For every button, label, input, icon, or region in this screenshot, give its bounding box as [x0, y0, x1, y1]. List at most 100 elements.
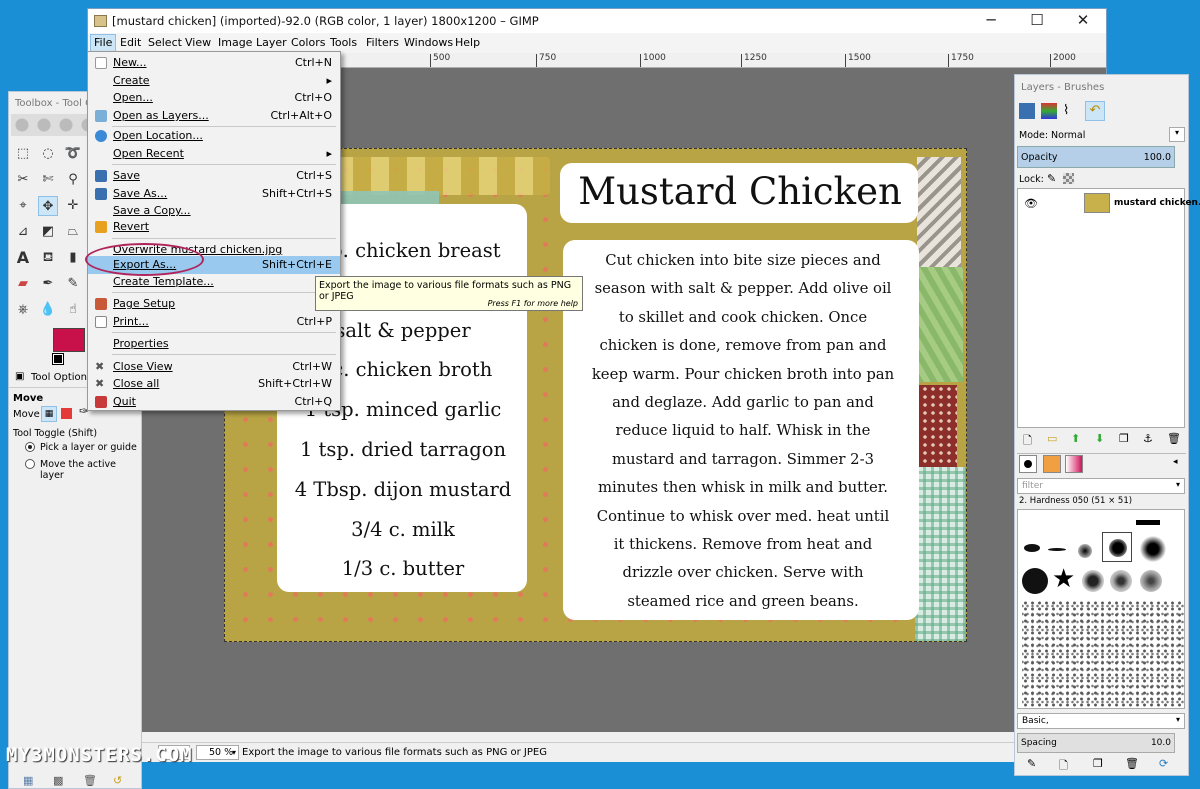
- menu-colors[interactable]: Colors: [291, 36, 325, 49]
- save-options-icon[interactable]: ▦: [23, 774, 33, 787]
- menu-item-save-as[interactable]: Save As... Shift+Ctrl+S: [88, 185, 340, 203]
- mode-value[interactable]: Normal: [1051, 130, 1085, 141]
- brush-item[interactable]: [1082, 570, 1104, 592]
- zoom-selector[interactable]: 50 % ▾: [196, 745, 239, 760]
- lock-pixels-icon[interactable]: ✎: [1047, 172, 1056, 185]
- close-button[interactable]: ✕: [1060, 9, 1106, 33]
- menu-item-page-setup[interactable]: Page Setup: [88, 295, 340, 313]
- foreground-color-swatch[interactable]: [53, 328, 85, 352]
- restore-options-icon[interactable]: ▩: [53, 774, 63, 787]
- delete-brush-icon[interactable]: 🗑: [1125, 757, 1139, 770]
- menu-image[interactable]: Image: [218, 36, 252, 49]
- text-tool-icon[interactable]: A: [13, 248, 33, 268]
- layer-name[interactable]: mustard chicken.jpg: [1114, 198, 1200, 208]
- menu-item-open[interactable]: Open... Ctrl+O: [88, 89, 340, 107]
- menu-item-new[interactable]: New... Ctrl+N: [88, 54, 340, 72]
- menu-file[interactable]: File: [90, 34, 117, 52]
- wilber-drop-area[interactable]: [11, 114, 89, 136]
- bucket-fill-icon[interactable]: ⛾: [38, 248, 58, 268]
- layers-list[interactable]: 👁 mustard chicken.jpg: [1017, 188, 1200, 428]
- brush-star[interactable]: ★: [1052, 566, 1075, 592]
- brush-filter-input[interactable]: filter ▾: [1017, 478, 1185, 494]
- menu-filters[interactable]: Filters: [366, 36, 399, 49]
- duplicate-layer-icon[interactable]: ❐: [1119, 432, 1129, 445]
- brush-item[interactable]: [1136, 520, 1160, 525]
- layers-tab-icon[interactable]: [1019, 103, 1035, 119]
- patterns-tab-icon[interactable]: [1043, 455, 1061, 473]
- menu-item-save[interactable]: Save Ctrl+S: [88, 167, 340, 185]
- eye-icon[interactable]: 👁: [1024, 197, 1038, 210]
- scissors-select-icon[interactable]: ✄: [38, 170, 58, 190]
- brush-item-selected[interactable]: [1102, 532, 1132, 562]
- new-layer-icon[interactable]: 🗋: [1023, 432, 1032, 451]
- opacity-slider[interactable]: Opacity 100.0: [1017, 146, 1175, 168]
- brush-item[interactable]: [1140, 536, 1166, 562]
- transform-icon[interactable]: ◩: [38, 222, 58, 242]
- smudge-icon[interactable]: ☝: [63, 300, 83, 320]
- brush-item[interactable]: [1048, 548, 1066, 551]
- move-layer-icon[interactable]: ▦: [41, 406, 57, 422]
- ink-icon[interactable]: ✎: [63, 274, 83, 294]
- free-select-icon[interactable]: ➰: [63, 144, 83, 164]
- brush-textures[interactable]: [1022, 600, 1184, 708]
- perspective-icon[interactable]: ⏢: [63, 222, 83, 242]
- brush-item[interactable]: [1078, 544, 1092, 558]
- tab-menu-icon[interactable]: ◂: [1173, 457, 1178, 467]
- menu-item-create[interactable]: Create ▸: [88, 72, 340, 90]
- duplicate-brush-icon[interactable]: ❐: [1093, 757, 1103, 770]
- align-icon[interactable]: ✛: [63, 196, 83, 216]
- foreground-select-icon[interactable]: ⚲: [63, 170, 83, 190]
- menu-item-revert[interactable]: Revert: [88, 218, 340, 236]
- blur-icon[interactable]: 💧: [38, 300, 58, 320]
- gradient-icon[interactable]: ▮: [63, 248, 83, 268]
- minimize-button[interactable]: ─: [968, 9, 1014, 33]
- brush-item[interactable]: [1110, 570, 1132, 592]
- lower-layer-icon[interactable]: ⬇: [1095, 432, 1104, 445]
- refresh-brushes-icon[interactable]: ⟳: [1159, 757, 1168, 770]
- menu-help[interactable]: Help: [455, 36, 480, 49]
- menu-item-open-as-layers[interactable]: Open as Layers... Ctrl+Alt+O: [88, 107, 340, 125]
- clone-icon[interactable]: ⎈: [13, 300, 33, 320]
- mode-dropdown[interactable]: ▾: [1169, 127, 1185, 142]
- menu-tools[interactable]: Tools: [330, 36, 357, 49]
- brushes-tab-icon[interactable]: [1019, 455, 1037, 473]
- channels-tab-icon[interactable]: [1041, 103, 1057, 119]
- eraser-icon[interactable]: ▰: [13, 274, 33, 294]
- edit-brush-icon[interactable]: ✎: [1027, 757, 1036, 770]
- delete-options-icon[interactable]: 🗑: [83, 774, 97, 787]
- menu-item-quit[interactable]: Quit Ctrl+Q: [88, 393, 340, 411]
- crop-icon[interactable]: ⊿: [13, 222, 33, 242]
- radio-pick-layer[interactable]: [25, 442, 35, 452]
- radio-move-active[interactable]: [25, 459, 35, 469]
- menu-item-close-view[interactable]: ✖ Close View Ctrl+W: [88, 358, 340, 376]
- menu-item-open-recent[interactable]: Open Recent ▸: [88, 145, 340, 163]
- fuzzy-select-icon[interactable]: ✂: [13, 170, 33, 190]
- move-tool-icon[interactable]: ✥: [38, 196, 58, 216]
- menu-windows[interactable]: Windows: [404, 36, 453, 49]
- paths-icon[interactable]: ⌖: [13, 196, 33, 216]
- new-brush-icon[interactable]: 🗋: [1059, 757, 1068, 776]
- gradients-tab-icon[interactable]: [1065, 455, 1083, 473]
- menu-layer[interactable]: Layer: [256, 36, 287, 49]
- brush-item[interactable]: [1024, 544, 1040, 552]
- anchor-layer-icon[interactable]: ⚓: [1143, 432, 1153, 445]
- new-layer-group-icon[interactable]: ▭: [1047, 432, 1057, 445]
- reset-options-icon[interactable]: ↺: [113, 774, 122, 787]
- undo-history-tab-icon[interactable]: ↶: [1085, 101, 1105, 121]
- menu-item-open-location[interactable]: Open Location...: [88, 127, 340, 145]
- spacing-slider[interactable]: Spacing 10.0: [1017, 733, 1175, 753]
- menu-item-close-all[interactable]: ✖ Close all Shift+Ctrl+W: [88, 375, 340, 393]
- brush-preset-dropdown[interactable]: Basic, ▾: [1017, 713, 1185, 729]
- lock-alpha-icon[interactable]: [1063, 173, 1074, 184]
- menu-item-properties[interactable]: Properties: [88, 335, 340, 353]
- ellipse-select-icon[interactable]: ◌: [38, 144, 58, 164]
- maximize-button[interactable]: ☐: [1014, 9, 1060, 33]
- airbrush-icon[interactable]: ✒: [38, 274, 58, 294]
- brush-item[interactable]: [1022, 568, 1048, 594]
- brush-item[interactable]: [1140, 570, 1162, 592]
- delete-layer-icon[interactable]: 🗑: [1167, 432, 1181, 445]
- layer-row[interactable]: 👁 mustard chicken.jpg: [1018, 191, 1200, 217]
- default-colors-icon[interactable]: [52, 353, 64, 365]
- menu-item-print[interactable]: Print... Ctrl+P: [88, 313, 340, 331]
- rect-select-icon[interactable]: ⬚: [13, 144, 33, 164]
